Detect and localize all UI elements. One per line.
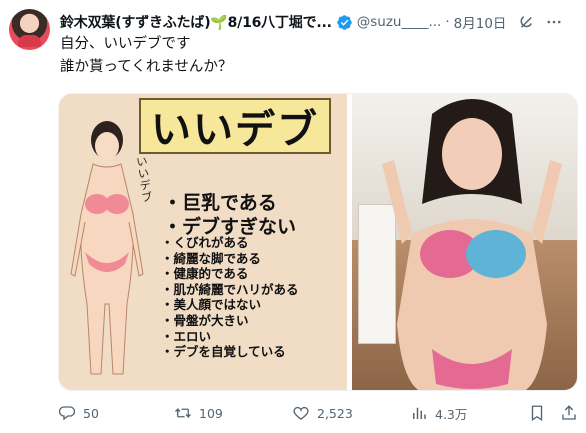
post-date[interactable]: 8月10日 [454, 12, 507, 32]
like-count: 2,523 [317, 405, 353, 421]
list-item: ・デブを自覚している [161, 344, 286, 360]
tweet-header: 鈴木双葉(すずきふたば)🌱8/16八丁堀で... @suzu____... · … [60, 11, 576, 33]
bookmark-icon [531, 405, 543, 422]
retweet-icon [175, 407, 191, 419]
media-grid: いいデブ いいデブ ・巨乳である ・デブすぎない ・くびれがある ・綺麗な脚であ… [58, 93, 578, 391]
list-item: ・エロい [161, 328, 212, 344]
list-item: ・骨盤が大きい [161, 312, 249, 328]
handle[interactable]: @suzu____... [357, 14, 442, 30]
views-button[interactable]: 4.3万 [410, 404, 467, 423]
criteria-list: ・くびれがある ・綺麗な脚である ・健康的である ・肌が綺麗でハリがある ・美人… [161, 235, 299, 360]
retweet-button[interactable]: 109 [174, 404, 223, 422]
display-name[interactable]: 鈴木双葉(すずきふたば)🌱8/16八丁堀で... [60, 12, 332, 32]
verified-badge-icon [336, 14, 353, 31]
action-bar: 50 109 2,523 4.3万 [58, 403, 578, 423]
share-button[interactable] [560, 404, 578, 422]
reply-count: 50 [83, 405, 99, 421]
share-icon [562, 405, 576, 420]
grok-icon[interactable] [516, 12, 536, 32]
bookmark-button[interactable] [528, 404, 546, 422]
views-count: 4.3万 [435, 406, 468, 422]
photo-image[interactable] [352, 94, 577, 390]
sign-title: いいデブ [139, 98, 331, 154]
reply-button[interactable]: 50 [58, 404, 99, 422]
separator-dot: · [445, 14, 450, 30]
list-item: ・くびれがある [161, 235, 249, 250]
photo-person [382, 99, 562, 390]
tweet-text: 自分、いいデブです 誰か貰ってくれませんか？ [60, 33, 560, 79]
illustration-image[interactable]: いいデブ いいデブ ・巨乳である ・デブすぎない ・くびれがある ・綺麗な脚であ… [59, 94, 347, 390]
reply-icon [58, 406, 76, 421]
avatar[interactable] [9, 9, 50, 50]
tweet-text-line: 自分、いいデブです [60, 36, 191, 52]
heart-icon [293, 406, 309, 420]
list-item: ・肌が綺麗でハリがある [161, 281, 299, 297]
tweet-text-line: 誰か貰ってくれませんか？ [60, 59, 233, 75]
retweet-count: 109 [199, 405, 223, 421]
like-button[interactable]: 2,523 [292, 404, 353, 422]
views-icon [413, 407, 426, 419]
list-item: ・美人顔ではない [161, 297, 262, 313]
list-item: ・綺麗な脚である [161, 250, 261, 266]
more-icon[interactable] [544, 12, 564, 32]
list-item: ・健康的である [161, 266, 249, 282]
headline-line: ・巨乳である [163, 192, 277, 214]
